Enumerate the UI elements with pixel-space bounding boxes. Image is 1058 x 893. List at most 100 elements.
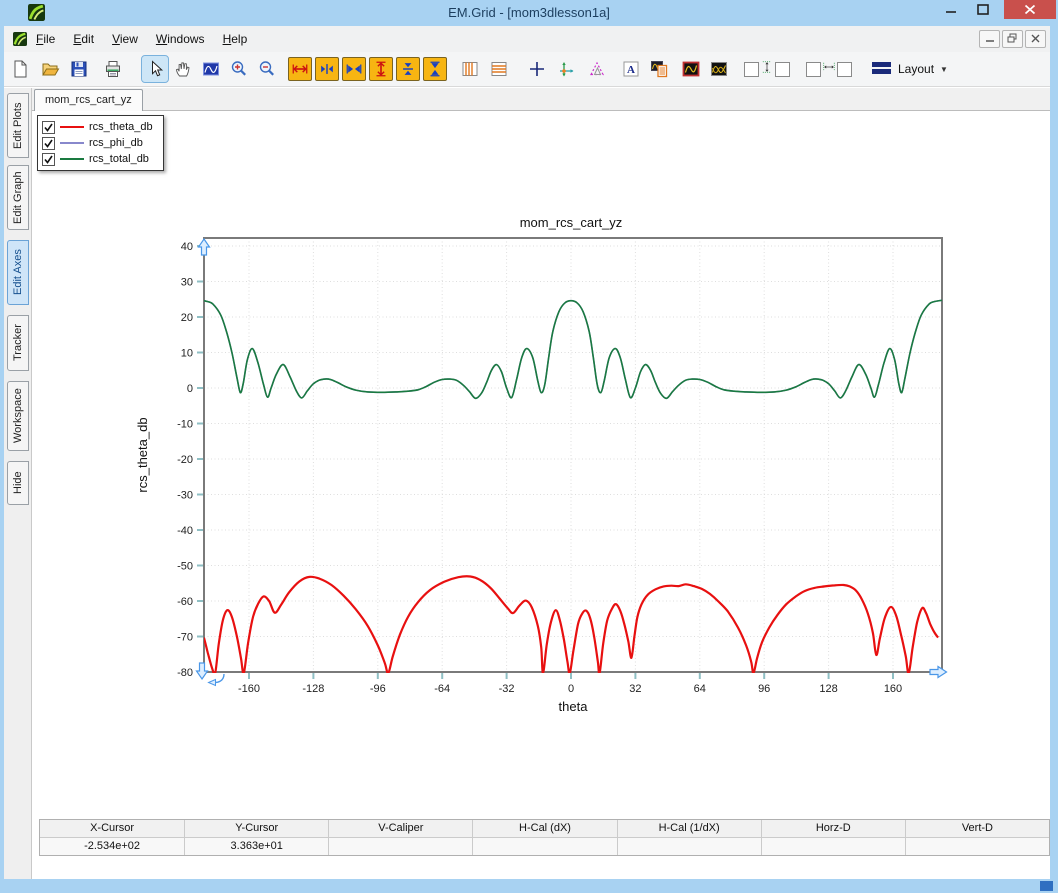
fit-y-left-checkbox[interactable] — [744, 62, 759, 77]
sidebar-tab-edit-axes[interactable]: Edit Axes — [7, 240, 29, 305]
print-button[interactable] — [100, 56, 126, 82]
mdi-window-buttons — [979, 30, 1046, 48]
menu-items: FileEditViewWindowsHelp — [27, 26, 256, 52]
window-frame-left — [0, 26, 4, 879]
zoom-in-button[interactable] — [226, 56, 252, 82]
y-tick-label: -20 — [177, 454, 193, 466]
stretch-y-button[interactable] — [369, 57, 393, 81]
overlay-plots-button[interactable] — [706, 56, 732, 82]
pan-hand-button[interactable] — [170, 56, 196, 82]
shrink-y-button[interactable] — [423, 57, 447, 81]
menu-view[interactable]: View — [103, 26, 147, 52]
cursor-readout-table: X-CursorY-CursorV-CaliperH-Cal (dX)H-Cal… — [39, 819, 1050, 856]
y-max-handle[interactable] — [199, 239, 210, 255]
fit-y-right-checkbox[interactable] — [775, 62, 790, 77]
fit-x-left-checkbox[interactable] — [806, 62, 821, 77]
y-tick-label: -60 — [177, 596, 193, 608]
x-tick-label: -32 — [499, 683, 515, 695]
vertical-cursors-button[interactable] — [457, 56, 483, 82]
resize-grip[interactable] — [1040, 881, 1053, 891]
sidebar-tab-tracker[interactable]: Tracker — [7, 315, 29, 371]
pointer-select-icon — [145, 59, 165, 79]
x-min-handle-arrow[interactable] — [209, 680, 216, 686]
plot-window-icon — [681, 59, 701, 79]
x-tick-label: -160 — [238, 683, 260, 695]
text-annotation-button[interactable]: A — [618, 56, 644, 82]
tracker-axes-button[interactable] — [554, 56, 580, 82]
x-tick-label: 128 — [819, 683, 837, 695]
y-min-handle[interactable] — [197, 663, 208, 679]
mdi-close-button[interactable] — [1025, 30, 1046, 48]
maximize-icon — [977, 4, 989, 15]
save-file-button[interactable] — [66, 56, 92, 82]
sidebar-tab-edit-graph[interactable]: Edit Graph — [7, 165, 29, 230]
legend-row: rcs_total_db — [42, 151, 153, 167]
cursor-col-header: Y-Cursor — [184, 820, 328, 838]
sidebar-tab-edit-plots[interactable]: Edit Plots — [7, 93, 29, 158]
cursor-col-header: Vert-D — [905, 820, 1049, 838]
layout-bars-icon — [872, 60, 892, 79]
plot-area[interactable] — [204, 238, 942, 672]
crosshair-button[interactable] — [524, 56, 550, 82]
shrink-x-icon — [345, 60, 363, 78]
document-tab[interactable]: mom_rcs_cart_yz — [34, 89, 143, 111]
chart-title: mom_rcs_cart_yz — [520, 215, 623, 230]
legend-line-sample — [60, 126, 84, 128]
menu-windows[interactable]: Windows — [147, 26, 214, 52]
menu-file[interactable]: File — [27, 26, 64, 52]
pointer-select-button[interactable] — [142, 56, 168, 82]
zoom-out-button[interactable] — [254, 56, 280, 82]
mdi-minimize-button[interactable] — [979, 30, 1000, 48]
sidebar-tab-workspace[interactable]: Workspace — [7, 381, 29, 451]
y-tick-label: 20 — [181, 312, 193, 324]
open-file-button[interactable] — [37, 56, 63, 82]
cursor-col-value: 3.363e+01 — [184, 838, 328, 855]
sidebar-tab-hide[interactable]: Hide — [7, 461, 29, 505]
plot-document-area: mom_rcs_cart_yz -160-128-96-64-320326496… — [32, 88, 1050, 862]
fit-x-controls — [806, 59, 852, 80]
x-max-handle[interactable] — [930, 667, 947, 678]
crosshair-icon — [527, 59, 547, 79]
document-tabbar: mom_rcs_cart_yz — [32, 88, 1050, 111]
x-tick-label: 96 — [758, 683, 770, 695]
text-annotation-icon: A — [621, 59, 641, 79]
fit-x-arrows-icon — [822, 59, 836, 80]
menu-help[interactable]: Help — [214, 26, 257, 52]
window-minimize-button[interactable] — [936, 0, 966, 19]
new-file-button[interactable] — [7, 56, 33, 82]
restore-icon — [1007, 30, 1018, 48]
minimize-icon — [945, 5, 957, 15]
scroll-y-button[interactable] — [396, 57, 420, 81]
legend-checkbox-rcs_total_db[interactable] — [42, 153, 55, 166]
stretch-y-icon — [372, 60, 390, 78]
stretch-x-button[interactable] — [288, 57, 312, 81]
horizontal-cursors-button[interactable] — [486, 56, 512, 82]
scroll-x-icon — [318, 60, 336, 78]
vertical-cursors-icon — [460, 59, 480, 79]
svg-text:A: A — [627, 64, 635, 76]
layout-menu[interactable]: Layout▼ — [868, 56, 952, 82]
legend-line-sample — [60, 142, 84, 144]
print-icon — [103, 59, 123, 79]
legend-label: rcs_phi_db — [89, 137, 143, 149]
legend-line-sample — [60, 158, 84, 160]
fit-y-arrows-icon — [760, 59, 774, 80]
zoom-window-button[interactable] — [198, 56, 224, 82]
cursor-col-value — [761, 838, 905, 855]
report-view-button[interactable] — [646, 56, 672, 82]
legend-checkbox-rcs_phi_db[interactable] — [42, 137, 55, 150]
fit-x-right-checkbox[interactable] — [837, 62, 852, 77]
cursor-col-value — [617, 838, 761, 855]
plot-window-button[interactable] — [678, 56, 704, 82]
window-close-button[interactable] — [1004, 0, 1056, 19]
caliper-triangle-button[interactable] — [584, 56, 610, 82]
menu-edit[interactable]: Edit — [64, 26, 103, 52]
titlebar: EM.Grid - [mom3dlesson1a] — [0, 0, 1058, 26]
mdi-restore-button[interactable] — [1002, 30, 1023, 48]
stretch-x-icon — [291, 60, 309, 78]
legend-checkbox-rcs_theta_db[interactable] — [42, 121, 55, 134]
scroll-x-button[interactable] — [315, 57, 339, 81]
shrink-x-button[interactable] — [342, 57, 366, 81]
cursor-col-value — [905, 838, 1049, 855]
window-maximize-button[interactable] — [968, 0, 998, 19]
